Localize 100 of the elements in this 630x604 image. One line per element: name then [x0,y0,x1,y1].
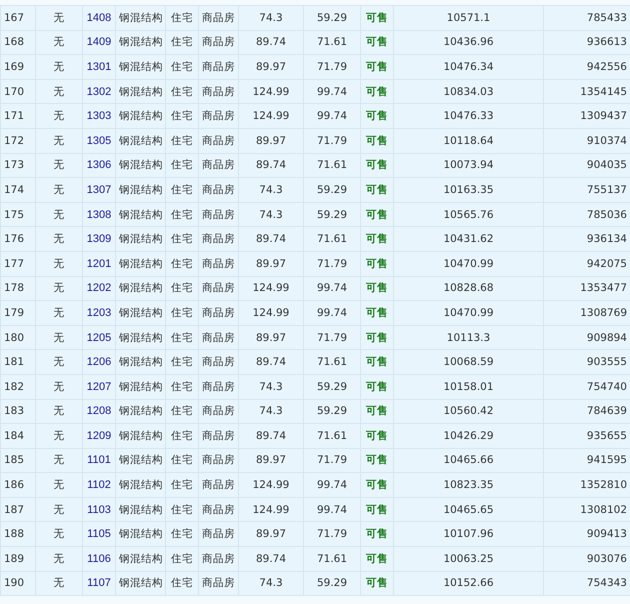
area-cell: 74.3 [238,374,304,399]
room-link[interactable]: 1309 [86,233,112,246]
status-cell: 可售 [360,6,394,30]
room-link[interactable]: 1208 [86,405,112,418]
room-link[interactable]: 1301 [86,60,112,73]
status-cell: 可售 [360,350,394,374]
pledge-cell: 无 [36,128,82,154]
room-link[interactable]: 1106 [87,552,111,565]
pledge-cell: 无 [36,399,82,424]
room-link[interactable]: 1307 [86,184,112,196]
room-link[interactable]: 1107 [87,577,111,590]
structure-cell: 钢混结构 [116,104,166,128]
type-cell: 商品房 [198,104,238,128]
inner-area-cell: 71.79 [304,251,360,276]
status-cell: 可售 [360,178,394,202]
total-price-cell: 936613 [544,30,630,55]
use-cell: 住宅 [166,276,198,301]
area-cell: 89.97 [238,251,304,276]
inner-area-cell: 59.29 [304,6,360,30]
room-link[interactable]: 1303 [86,110,112,122]
room-link[interactable]: 1101 [87,454,111,466]
room-link[interactable]: 1302 [86,86,112,98]
area-cell: 74.3 [238,202,304,227]
unit-price-cell: 10113.3 [394,325,544,350]
room-link[interactable]: 1209 [86,430,112,442]
row-number: 185 [0,448,36,473]
structure-cell: 钢混结构 [116,300,166,326]
room-link[interactable]: 1206 [86,356,112,368]
status-cell: 可售 [360,79,394,104]
use-cell: 住宅 [166,399,198,424]
type-cell: 商品房 [198,128,238,154]
type-cell: 商品房 [198,300,238,326]
use-cell: 住宅 [166,374,198,399]
status-cell: 可售 [360,571,394,596]
area-cell: 89.97 [238,54,304,80]
room-link[interactable]: 1202 [86,282,112,294]
area-cell: 89.97 [238,325,304,350]
room-link[interactable]: 1201 [86,258,112,270]
total-price-cell: 942075 [544,251,630,276]
room-link[interactable]: 1409 [86,36,112,48]
status-cell: 可售 [360,30,394,55]
pledge-cell: 无 [36,448,82,473]
area-cell: 124.99 [238,104,304,128]
status-cell: 可售 [360,202,394,227]
type-cell: 商品房 [198,178,238,202]
room-link[interactable]: 1102 [87,479,111,492]
inner-area-cell: 71.79 [304,448,360,473]
total-price-cell: 909413 [544,522,630,547]
structure-cell: 钢混结构 [116,546,166,572]
unit-price-cell: 10118.64 [394,128,544,154]
room-link[interactable]: 1207 [86,380,112,393]
unit-price-cell: 10158.01 [394,374,544,399]
pledge-cell: 无 [36,497,82,522]
type-cell: 商品房 [198,522,238,547]
row-number: 173 [0,153,36,178]
area-cell: 89.74 [238,424,304,448]
inner-area-cell: 71.61 [304,30,360,55]
total-price-cell: 909894 [544,325,630,350]
total-price-cell: 903555 [544,350,630,374]
use-cell: 住宅 [166,226,198,252]
room-link[interactable]: 1306 [86,159,112,172]
unit-price-cell: 10163.35 [394,178,544,202]
room-link[interactable]: 1305 [86,134,112,147]
row-number: 174 [0,178,36,202]
inner-area-cell: 59.29 [304,571,360,596]
unit-price-cell: 10571.1 [394,6,544,30]
inner-area-cell: 71.79 [304,54,360,80]
room-link[interactable]: 1203 [86,306,112,319]
type-cell: 商品房 [198,153,238,178]
structure-cell: 钢混结构 [116,178,166,202]
total-price-cell: 935655 [544,424,630,448]
structure-cell: 钢混结构 [116,522,166,547]
room-link[interactable]: 1308 [86,208,112,221]
row-number: 190 [0,571,36,596]
type-cell: 商品房 [198,251,238,276]
use-cell: 住宅 [166,522,198,547]
total-price-cell: 1308102 [544,497,630,522]
pledge-cell: 无 [36,251,82,276]
inner-area-cell: 99.74 [304,497,360,522]
total-price-cell: 785433 [544,6,630,30]
status-cell: 可售 [360,104,394,128]
room-link[interactable]: 1205 [86,332,112,344]
area-cell: 124.99 [238,79,304,104]
unit-price-cell: 10068.59 [394,350,544,374]
inner-area-cell: 71.61 [304,226,360,252]
row-number: 171 [0,104,36,128]
row-number: 176 [0,226,36,252]
pledge-cell: 无 [36,178,82,202]
structure-cell: 钢混结构 [116,226,166,252]
room-link[interactable]: 1105 [87,528,111,540]
pledge-cell: 无 [36,202,82,227]
pledge-cell: 无 [36,374,82,399]
area-cell: 74.3 [238,571,304,596]
room-link[interactable]: 1103 [87,504,111,516]
status-cell: 可售 [360,448,394,473]
use-cell: 住宅 [166,79,198,104]
row-number: 188 [0,522,36,547]
structure-cell: 钢混结构 [116,128,166,154]
total-price-cell: 784639 [544,399,630,424]
room-link[interactable]: 1408 [86,12,112,24]
